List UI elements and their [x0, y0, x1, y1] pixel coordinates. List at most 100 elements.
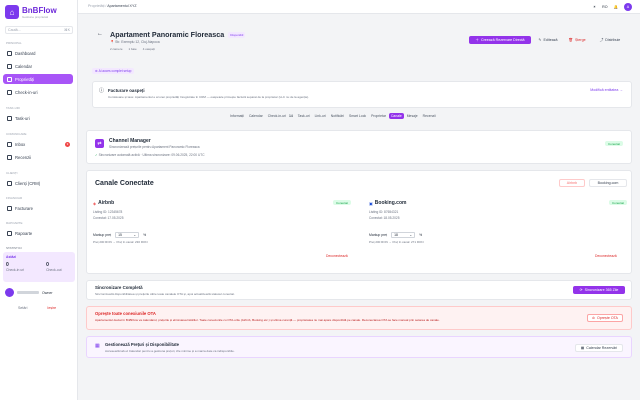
- sync-365-button[interactable]: ⟳ Sincronizare 365 Zile: [573, 286, 625, 294]
- section-tasks: Task-uri: [6, 106, 20, 110]
- logout-link[interactable]: Ieșire: [47, 306, 56, 310]
- markup-unit: %: [419, 233, 423, 237]
- user-name-redacted: [17, 291, 39, 294]
- ota-connected-date: Conectat: 18.05.2025: [369, 216, 400, 220]
- delete-button[interactable]: 🗑 Șterge: [564, 36, 590, 44]
- create-reservation-button[interactable]: ＋ Creează Rezervare Directă: [469, 36, 531, 44]
- section-stats: Statistici: [6, 246, 22, 250]
- filter-booking-button[interactable]: Booking.com: [589, 179, 627, 187]
- calendar-reservations-button[interactable]: ▦ Calendar Rezervări: [575, 344, 623, 352]
- users-icon: [7, 180, 12, 186]
- sidebar-item-tasks[interactable]: Task-uri: [3, 113, 73, 123]
- channels-title: Canale Conectate: [95, 180, 154, 187]
- stop-ota-title: Oprește toate conexiunile OTA: [95, 311, 156, 316]
- user-role: Owner: [42, 290, 53, 295]
- sidebar-item-properties[interactable]: Proprietăți: [3, 74, 73, 84]
- full-sync-text: Sincronizează disponibilitatea și prețur…: [95, 292, 235, 296]
- share-button[interactable]: ⤴ Distribuie: [594, 36, 626, 44]
- brand-subtitle: Gestiune proprietati: [22, 14, 49, 19]
- user-profile[interactable]: Owner: [5, 288, 53, 297]
- chart-icon: [7, 230, 12, 236]
- search-placeholder: Caută...: [8, 28, 21, 32]
- avatar: [5, 288, 14, 297]
- stat-checkout-label: Check-out: [46, 268, 62, 272]
- sidebar-footer: Setări Ieșire: [18, 306, 56, 310]
- house-logo-icon: ⌂: [5, 5, 19, 19]
- section-finance: Financiar: [6, 196, 23, 200]
- filter-airbnb-button[interactable]: Airbnb: [559, 179, 585, 187]
- ota-status-badge: Conectat: [332, 200, 351, 205]
- today-stats-card: Astăzi 0 Check-in uri 0 Check-out: [3, 252, 75, 282]
- section-communication: Comunicare: [6, 132, 27, 136]
- full-sync-title: Sincronizare Completă: [95, 285, 143, 290]
- booking-icon: ▣: [369, 200, 373, 206]
- stop-ota-card: Oprește toate conexiunile OTA Apartament…: [86, 306, 632, 330]
- inbox-count-badge: 3: [65, 141, 70, 147]
- topbar: Proprietăți / Apartamentul XYZ ☀ RO 🔔 A: [78, 0, 640, 14]
- sidebar-item-reports[interactable]: Rapoarte: [3, 228, 73, 238]
- ota-status-badge: Conectat: [608, 200, 627, 205]
- sidebar-item-reviews[interactable]: Recenzii: [3, 152, 73, 162]
- markup-unit: %: [143, 233, 147, 237]
- price-management-card: ▦ Gestionează Prețuri și Disponibilitate…: [86, 336, 632, 358]
- back-arrow-icon[interactable]: ←: [97, 31, 103, 37]
- property-tabs: Informații Calendar Check-in-uri 14 Task…: [228, 113, 438, 119]
- sidebar-item-calendar[interactable]: Calendar: [3, 61, 73, 71]
- stop-ota-button[interactable]: ⊘ Oprește OTA: [587, 314, 623, 322]
- calendar-icon: ▦: [95, 343, 100, 349]
- sun-icon[interactable]: ☀: [593, 5, 596, 9]
- edit-entity-link[interactable]: Modifică entitatea →: [590, 88, 623, 92]
- sidebar-item-dashboard[interactable]: Dashboard: [3, 48, 73, 58]
- tab-reviews[interactable]: Recenzii: [421, 113, 438, 119]
- channel-manager-status: Conectat: [604, 141, 623, 146]
- bell-icon[interactable]: 🔔: [614, 5, 618, 9]
- sync-status: ✓ Sincronizare automată activă · Ultima …: [95, 153, 205, 157]
- edit-button[interactable]: ✎ Editează: [534, 36, 562, 44]
- sidebar-item-inbox[interactable]: Inbox 3: [3, 139, 73, 149]
- settings-link[interactable]: Setări: [18, 306, 27, 310]
- property-header: ← Apartament Panoramic Floreasca Disponi…: [86, 22, 632, 58]
- ota-airbnb: ◈ Airbnb Conectat Listing ID: 12345678 Co…: [93, 198, 359, 270]
- full-sync-card: Sincronizare Completă Sincronizează disp…: [86, 280, 632, 300]
- ota-booking: ▣ Booking.com Conectat Listing ID: 876543…: [369, 198, 635, 270]
- calendar-icon: [7, 63, 12, 69]
- tab-owner[interactable]: Proprietar: [369, 113, 388, 119]
- top-avatar[interactable]: A: [624, 3, 632, 11]
- invoice-icon: [7, 205, 12, 211]
- sidebar-item-billing[interactable]: Facturare: [3, 203, 73, 213]
- section-principal: Principal: [6, 41, 22, 45]
- inbox-icon: [7, 141, 12, 147]
- tab-info[interactable]: Informații: [228, 113, 246, 119]
- breadcrumb-properties[interactable]: Proprietăți: [88, 4, 104, 8]
- tab-messages[interactable]: Mesaje: [405, 113, 420, 119]
- checklist-icon: [7, 115, 12, 121]
- language-switch[interactable]: RO: [602, 5, 607, 9]
- tab-notifications[interactable]: Notificări: [329, 113, 346, 119]
- tab-links[interactable]: Link-uri: [313, 113, 328, 119]
- channel-manager-icon: ⇄: [95, 139, 104, 148]
- stat-checkin-label: Check-in uri: [6, 268, 25, 272]
- tab-checkins[interactable]: Check-in-uri 14: [266, 113, 295, 119]
- sidebar-item-checkins[interactable]: Check-in-uri: [3, 87, 73, 97]
- channel-manager-subtitle: Sincronizează prețurile pentru Apartamen…: [109, 145, 200, 149]
- markup-input[interactable]: 15 ⌄: [115, 232, 140, 238]
- star-icon: [7, 154, 12, 160]
- sidebar-item-crm[interactable]: Clienți (CRM): [3, 178, 73, 188]
- channel-manager-title: Channel Manager: [109, 138, 151, 144]
- disconnect-airbnb-button[interactable]: Deconectează: [326, 254, 348, 258]
- building-icon: [7, 76, 12, 82]
- tab-tasks[interactable]: Task-uri: [296, 113, 312, 119]
- tab-smart-lock[interactable]: Smart Lock: [347, 113, 368, 119]
- disconnect-booking-button[interactable]: Deconectează: [595, 254, 617, 258]
- markup-input[interactable]: 18 ⌄: [391, 232, 416, 238]
- invoice-text: Comisioane și taxe: Apartamentul e al un…: [108, 95, 310, 99]
- tab-channels[interactable]: Canale: [388, 113, 404, 119]
- stop-ota-text: Apartamentul deviat în BnBFlow va calend…: [95, 318, 440, 322]
- search-input[interactable]: Caută... ⌘K: [5, 26, 73, 34]
- markup-label: Markup preț: [369, 233, 388, 237]
- price-mgmt-title: Gestionează Prețuri și Disponibilitate: [105, 342, 179, 347]
- tab-calendar[interactable]: Calendar: [247, 113, 265, 119]
- search-shortcut: ⌘K: [64, 28, 70, 32]
- brand[interactable]: ⌂ BnBFlow Gestiune proprietati: [5, 5, 57, 19]
- ota-connected-date: Conectat: 17.05.2025: [93, 216, 124, 220]
